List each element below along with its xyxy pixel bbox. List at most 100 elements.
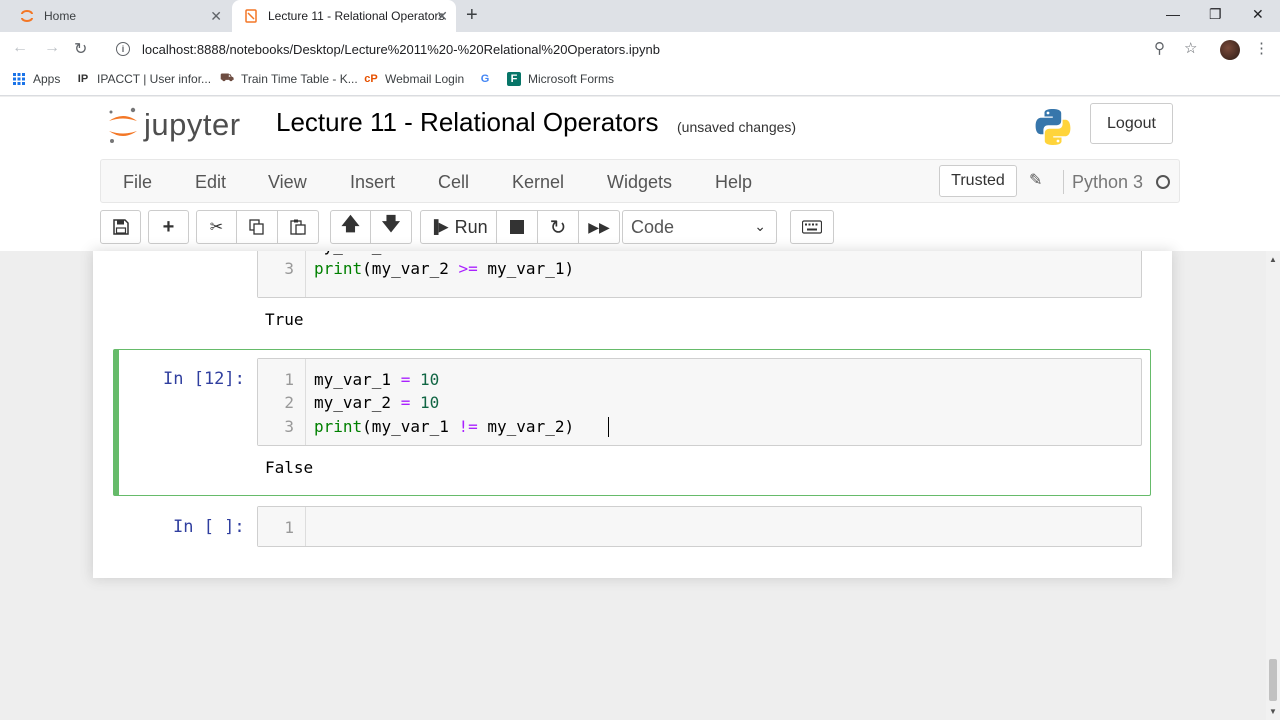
bookmark-ipacct[interactable]: IP IPACCT | User infor... xyxy=(76,72,211,86)
code-line: print(my_var_2 >= my_var_1) xyxy=(314,259,575,278)
trusted-indicator[interactable]: Trusted xyxy=(939,165,1017,197)
restart-run-all-button[interactable]: ▶▶ xyxy=(579,210,620,244)
line-number: 3 xyxy=(284,417,294,436)
input-prompt: In [12]: xyxy=(163,369,245,389)
copy-icon xyxy=(249,219,264,235)
bookmark-webmail[interactable]: cP Webmail Login xyxy=(364,72,464,86)
cell-output: False xyxy=(265,458,314,477)
bookmark-train-timetable[interactable]: ⛟ Train Time Table - K... xyxy=(220,72,358,86)
jupyter-logo-icon xyxy=(109,107,137,143)
code-cell-input[interactable]: 1 xyxy=(257,506,1142,547)
command-palette-button[interactable] xyxy=(790,210,834,244)
run-button[interactable]: ▐▶ Run xyxy=(420,210,497,244)
close-icon[interactable]: ✕ xyxy=(210,8,222,25)
forward-icon[interactable]: → xyxy=(44,39,60,57)
browser-menu-icon[interactable]: ⋮ xyxy=(1254,39,1269,57)
zoom-icon[interactable]: ⚲ xyxy=(1154,39,1165,57)
toolbar-insert-group: + xyxy=(148,210,189,244)
input-prompt: In [ ]: xyxy=(173,517,245,537)
line-number: 2 xyxy=(258,251,294,255)
restart-kernel-button[interactable]: ↻ xyxy=(538,210,579,244)
menu-cell[interactable]: Cell xyxy=(438,172,469,193)
site-info-icon[interactable]: i xyxy=(116,42,130,56)
reload-icon[interactable]: ↻ xyxy=(74,39,87,59)
bookmark-star-icon[interactable]: ☆ xyxy=(1184,39,1197,57)
save-button[interactable] xyxy=(100,210,141,244)
line-number: 1 xyxy=(284,518,294,537)
chevron-down-icon: ⌄ xyxy=(754,218,766,234)
bookmark-google[interactable]: G xyxy=(478,72,499,86)
cell-type-value: Code xyxy=(631,216,675,237)
menu-kernel[interactable]: Kernel xyxy=(512,172,564,193)
python-logo-icon xyxy=(1035,109,1071,145)
cut-button[interactable]: ✂ xyxy=(196,210,237,244)
menu-help[interactable]: Help xyxy=(715,172,752,193)
bookmark-apps[interactable]: Apps xyxy=(12,72,60,86)
code-line: my_var_1 = 10 xyxy=(314,370,440,389)
keyboard-icon xyxy=(802,220,822,234)
scroll-up-icon[interactable]: ▲ xyxy=(1269,255,1277,264)
apps-grid-icon xyxy=(13,73,25,85)
restore-icon[interactable]: ❐ xyxy=(1209,6,1222,23)
menu-insert[interactable]: Insert xyxy=(350,172,395,193)
interrupt-kernel-button[interactable] xyxy=(497,210,538,244)
address-bar[interactable]: i localhost:8888/notebooks/Desktop/Lectu… xyxy=(106,36,1206,62)
bookmarks-bar: Apps IP IPACCT | User infor... ⛟ Train T… xyxy=(0,66,1280,96)
line-number: 1 xyxy=(284,370,294,389)
menu-widgets[interactable]: Widgets xyxy=(607,172,672,193)
back-icon[interactable]: ← xyxy=(12,39,28,57)
logout-button[interactable]: Logout xyxy=(1090,103,1173,144)
paste-button[interactable] xyxy=(278,210,319,244)
menu-file[interactable]: File xyxy=(123,172,152,193)
google-icon: G xyxy=(480,73,490,85)
toolbar-save-group xyxy=(100,210,141,244)
save-icon xyxy=(112,219,129,235)
menu-bar: File Edit View Insert Cell Kernel Widget… xyxy=(100,159,1180,203)
edit-mode-pencil-icon: ✎ xyxy=(1029,172,1043,189)
url-text: localhost:8888/notebooks/Desktop/Lecture… xyxy=(142,41,660,57)
notebook-title[interactable]: Lecture 11 - Relational Operators xyxy=(276,107,659,138)
tab-home[interactable]: Home ✕ xyxy=(8,0,230,32)
menu-edit[interactable]: Edit xyxy=(195,172,226,193)
new-tab-icon[interactable]: + xyxy=(466,4,478,27)
menu-view[interactable]: View xyxy=(268,172,307,193)
move-up-button[interactable]: 🡅 xyxy=(330,210,371,244)
window-close-icon[interactable]: ✕ xyxy=(1252,6,1264,23)
plus-icon: + xyxy=(162,215,175,238)
page-scrollbar[interactable]: ▲ ▼ xyxy=(1266,251,1280,720)
arrow-down-icon: 🡇 xyxy=(381,214,401,234)
notebook-favicon-icon xyxy=(245,9,257,23)
cell-output: True xyxy=(265,310,304,329)
insert-cell-button[interactable]: + xyxy=(148,210,189,244)
browser-toolbar: ← → ↻ i localhost:8888/notebooks/Desktop… xyxy=(0,32,1280,66)
toolbar-run-group: ▐▶ Run ↻ ▶▶ xyxy=(420,210,620,244)
code-cell-input[interactable]: 1 my_var_1 = 10 2 my_var_2 = 10 3 print(… xyxy=(257,358,1142,446)
forms-icon: F xyxy=(507,72,521,86)
code-line: my_var_2 = 27 xyxy=(314,251,439,255)
bookmark-microsoft-forms[interactable]: F Microsoft Forms xyxy=(507,72,614,86)
text-cursor xyxy=(608,417,609,437)
scrollbar-thumb[interactable] xyxy=(1269,659,1277,701)
run-label: Run xyxy=(454,216,488,237)
minimize-icon[interactable]: — xyxy=(1166,6,1180,22)
notebook-container: 2 my_var_2 = 27 3 print(my_var_2 >= my_v… xyxy=(93,251,1172,578)
line-number: 2 xyxy=(284,393,294,412)
profile-avatar[interactable] xyxy=(1220,40,1240,60)
save-status: (unsaved changes) xyxy=(677,119,797,135)
scroll-down-icon[interactable]: ▼ xyxy=(1269,707,1277,716)
bookmark-label: Webmail Login xyxy=(385,72,465,86)
scissors-icon: ✂ xyxy=(209,219,224,236)
code-cell-input[interactable]: 2 my_var_2 = 27 3 print(my_var_2 >= my_v… xyxy=(257,251,1142,298)
tab-label: Home xyxy=(44,9,77,23)
kernel-name[interactable]: Python 3 xyxy=(1072,172,1143,193)
jupyter-logo[interactable]: jupyter xyxy=(106,105,241,145)
copy-button[interactable] xyxy=(237,210,278,244)
move-down-button[interactable]: 🡇 xyxy=(371,210,412,244)
tab-notebook[interactable]: Lecture 11 - Relational Operators ✕ xyxy=(232,0,456,32)
close-icon[interactable]: ✕ xyxy=(436,8,448,25)
jupyter-logo-text: jupyter xyxy=(144,107,241,142)
step-forward-icon: ▐▶ xyxy=(429,219,449,234)
code-line: print(my_var_1 != my_var_2) xyxy=(314,417,575,436)
cell-type-select[interactable]: Code ⌄ xyxy=(622,210,777,244)
jupyter-header: jupyter Lecture 11 - Relational Operator… xyxy=(0,97,1280,251)
